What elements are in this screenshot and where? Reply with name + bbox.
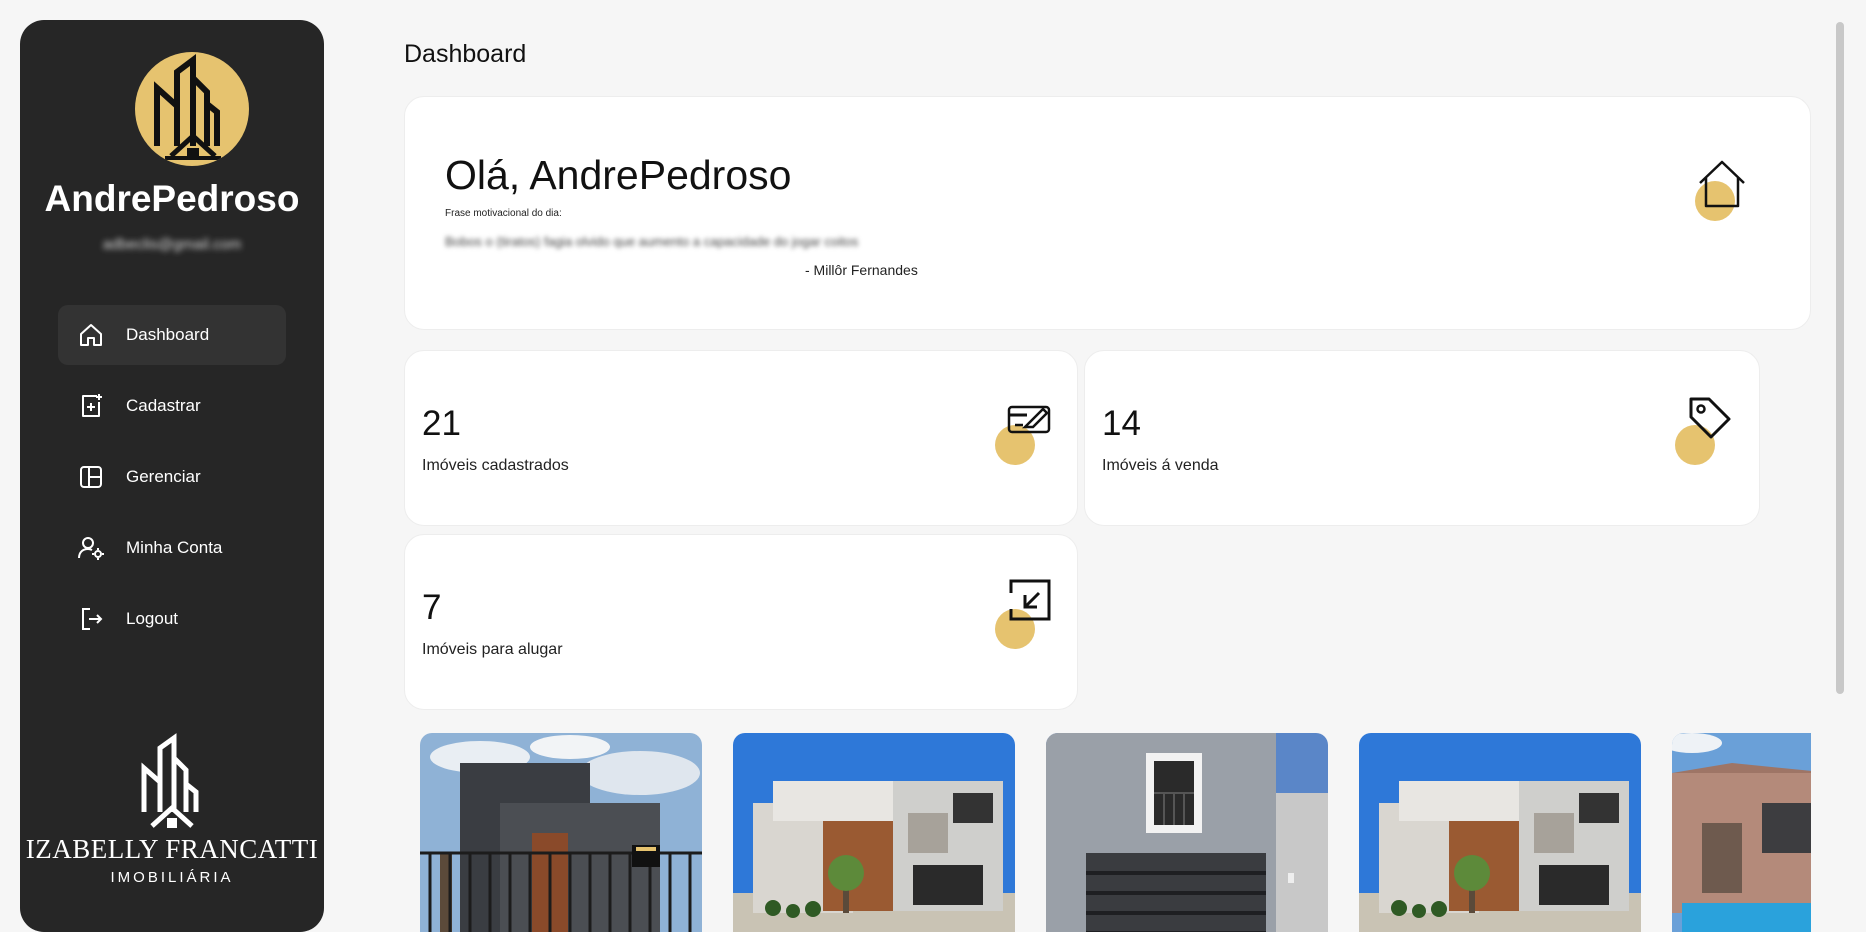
property-photo[interactable] xyxy=(1046,733,1328,932)
card-edit-icon xyxy=(1007,405,1051,434)
stat-label: Imóveis para alugar xyxy=(422,641,563,658)
stat-value: 14 xyxy=(1102,404,1141,443)
sidebar-nav: Dashboard Cadastrar Gerenciar Minha Cont… xyxy=(58,305,286,660)
property-photos xyxy=(404,733,1811,932)
property-photo[interactable] xyxy=(420,733,702,932)
quote-text: Bobos o (tiratos) fagia olvido que aumen… xyxy=(445,234,859,249)
stat-card-venda[interactable]: 14 Imóveis á venda xyxy=(1084,350,1760,526)
tag-icon xyxy=(1689,397,1731,439)
property-image xyxy=(733,733,1015,932)
layout-icon xyxy=(80,466,102,488)
property-photo[interactable] xyxy=(733,733,1015,932)
stat-icon xyxy=(995,405,1051,465)
stat-icon xyxy=(995,579,1051,649)
sidebar-item-cadastrar[interactable]: Cadastrar xyxy=(58,376,286,436)
sidebar-item-label: Dashboard xyxy=(126,325,210,344)
sidebar-item-label: Cadastrar xyxy=(126,396,201,415)
welcome-icon xyxy=(1695,160,1745,223)
sidebar-item-label: Logout xyxy=(126,609,178,628)
sidebar: AndrePedroso adbeclis@gmail.com Dashboar… xyxy=(20,20,324,932)
enter-box-icon xyxy=(1009,579,1051,621)
home-icon xyxy=(1699,160,1745,208)
brand-subtitle: IMOBILIÁRIA xyxy=(110,869,234,886)
quote-label: Frase motivacional do dia: xyxy=(445,208,562,219)
property-photo[interactable] xyxy=(1359,733,1641,932)
property-image xyxy=(420,733,702,932)
user-avatar[interactable] xyxy=(135,52,249,166)
building-logo-icon xyxy=(154,54,221,160)
stat-value: 7 xyxy=(422,588,442,627)
stat-value: 21 xyxy=(422,404,461,443)
logout-icon xyxy=(82,608,103,630)
quote-author: - Millôr Fernandes xyxy=(805,262,918,278)
user-name: AndrePedroso xyxy=(44,178,300,219)
sidebar-item-gerenciar[interactable]: Gerenciar xyxy=(58,447,286,507)
sidebar-item-label: Minha Conta xyxy=(126,538,223,557)
stat-card-cadastrados[interactable]: 21 Imóveis cadastrados xyxy=(404,350,1078,526)
page-title: Dashboard xyxy=(404,40,527,68)
user-settings-icon xyxy=(78,537,104,560)
brand-logo-icon xyxy=(141,733,199,828)
stat-card-alugar[interactable]: 7 Imóveis para alugar xyxy=(404,534,1078,710)
sidebar-item-dashboard[interactable]: Dashboard xyxy=(58,305,286,365)
sidebar-item-logout[interactable]: Logout xyxy=(58,589,286,649)
brand-name: IZABELLY FRANCATTI xyxy=(25,834,319,864)
page-scrollbar[interactable] xyxy=(1836,22,1844,694)
sidebar-item-label: Gerenciar xyxy=(126,467,201,486)
property-image xyxy=(1672,733,1811,932)
property-photo[interactable] xyxy=(1672,733,1811,932)
stat-label: Imóveis cadastrados xyxy=(422,457,569,474)
property-image xyxy=(1359,733,1641,932)
brand-block: IZABELLY FRANCATTI IMOBILIÁRIA xyxy=(20,732,324,886)
welcome-card: Olá, AndrePedroso Frase motivacional do … xyxy=(404,96,1811,330)
home-icon xyxy=(80,324,102,346)
user-email: adbeclis@gmail.com xyxy=(102,236,242,253)
stat-icon xyxy=(1675,397,1731,465)
stat-label: Imóveis á venda xyxy=(1102,457,1219,474)
sidebar-item-minha-conta[interactable]: Minha Conta xyxy=(58,518,286,578)
greeting: Olá, AndrePedroso xyxy=(445,152,792,198)
add-file-icon xyxy=(82,394,102,417)
property-image xyxy=(1046,733,1328,932)
